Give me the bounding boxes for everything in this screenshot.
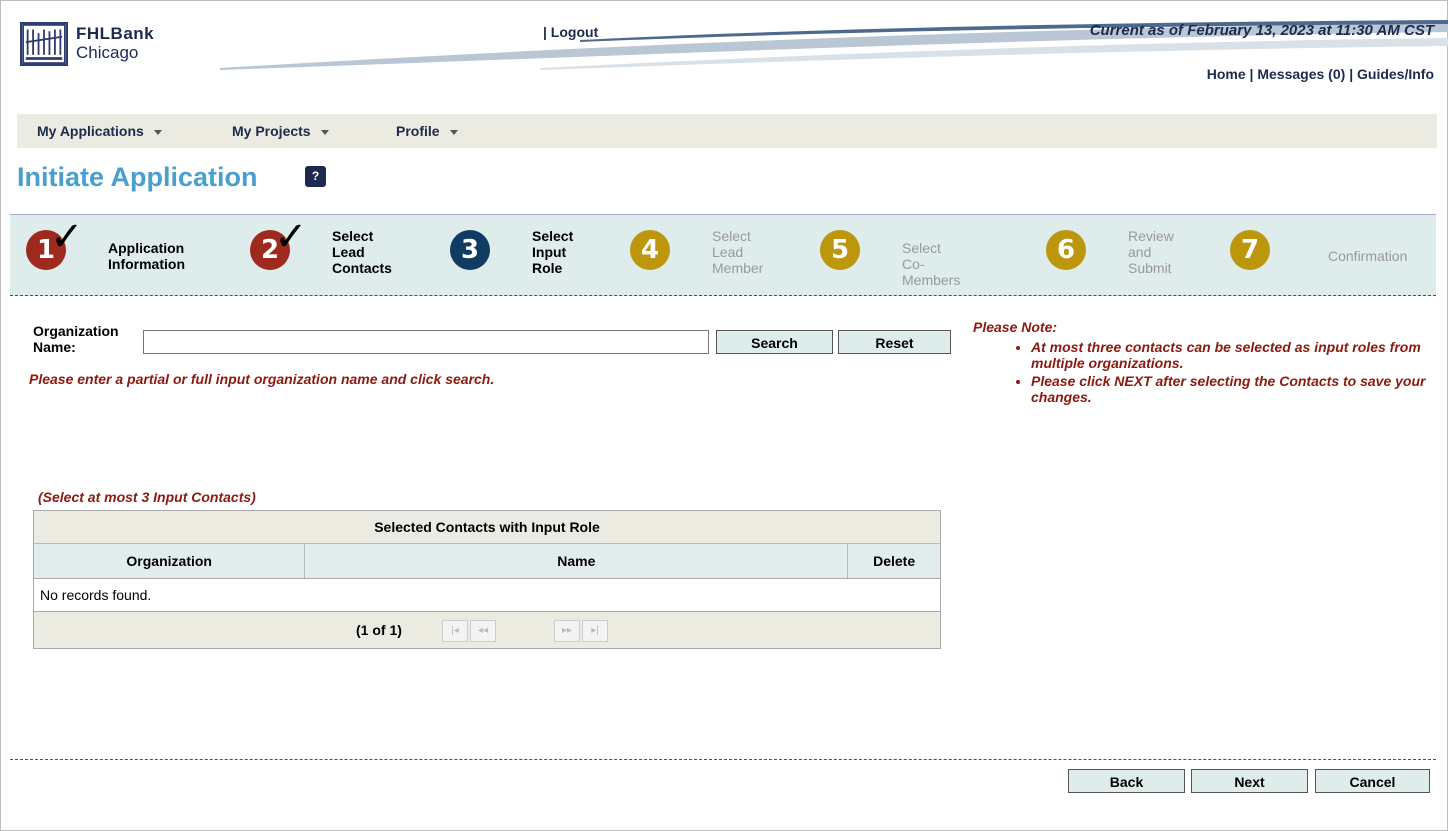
reset-button[interactable]: Reset bbox=[838, 330, 951, 354]
menu-label: My Projects bbox=[232, 123, 311, 139]
guides-link[interactable]: Guides/Info bbox=[1357, 66, 1434, 82]
step-label: Application Information bbox=[108, 240, 185, 272]
first-page-icon[interactable]: |◂ bbox=[442, 620, 468, 642]
selected-contacts-table: Selected Contacts with Input Role Organi… bbox=[33, 510, 941, 649]
step-number: 4 bbox=[630, 230, 670, 270]
next-page-icon[interactable]: ▸▸ bbox=[554, 620, 580, 642]
step-number: 6 bbox=[1046, 230, 1086, 270]
cancel-button[interactable]: Cancel bbox=[1315, 769, 1430, 793]
note-item: At most three contacts can be selected a… bbox=[1031, 339, 1448, 371]
back-button[interactable]: Back bbox=[1068, 769, 1185, 793]
menu-profile[interactable]: Profile bbox=[396, 123, 458, 139]
caret-down-icon bbox=[449, 129, 458, 135]
footer-divider bbox=[10, 759, 1436, 760]
table-pager: (1 of 1) |◂ ◂◂ ▸▸ ▸| bbox=[34, 612, 940, 648]
table-header: Organization Name Delete bbox=[34, 544, 940, 579]
page-indicator: (1 of 1) bbox=[356, 622, 402, 638]
checkmark-icon: ✓ bbox=[274, 214, 308, 260]
caret-down-icon bbox=[153, 129, 162, 135]
column-organization[interactable]: Organization bbox=[34, 544, 306, 578]
search-button[interactable]: Search bbox=[716, 330, 833, 354]
help-icon[interactable]: ? bbox=[305, 166, 326, 187]
brand-city: Chicago bbox=[76, 43, 139, 62]
step-label: Select Lead Contacts bbox=[332, 228, 392, 276]
menu-my-projects[interactable]: My Projects bbox=[232, 123, 329, 139]
menu-label: My Applications bbox=[37, 123, 144, 139]
data-timestamp: Current as of February 13, 2023 at 11:30… bbox=[1089, 22, 1434, 39]
table-caption: Selected Contacts with Input Role bbox=[34, 511, 940, 544]
wizard-steps: 1 ✓ Application Information 2 ✓ Select Lea… bbox=[10, 214, 1436, 296]
note-title: Please Note: bbox=[973, 319, 1058, 335]
step-number: 3 bbox=[450, 230, 490, 270]
step-label: Select Lead Member bbox=[712, 228, 764, 276]
fhlbank-logo[interactable]: FHLBank Chicago bbox=[20, 22, 200, 66]
step-label: Select Co-Members bbox=[902, 240, 961, 288]
note-list: At most three contacts can be selected a… bbox=[1013, 339, 1448, 407]
menu-my-applications[interactable]: My Applications bbox=[37, 123, 162, 139]
brand-name: FHLBank bbox=[76, 24, 155, 43]
page-title: Initiate Application bbox=[17, 162, 258, 192]
step-label: Confirmation bbox=[1328, 248, 1408, 264]
search-hint: Please enter a partial or full input org… bbox=[29, 371, 495, 387]
home-link[interactable]: Home bbox=[1207, 66, 1246, 82]
prev-page-icon[interactable]: ◂◂ bbox=[470, 620, 496, 642]
organization-name-label: Organization Name: bbox=[33, 323, 119, 355]
step-label: Review and Submit bbox=[1128, 228, 1174, 276]
select-contacts-hint: (Select at most 3 Input Contacts) bbox=[38, 489, 256, 505]
link-separator: | bbox=[1349, 66, 1354, 82]
table-empty-row: No records found. bbox=[34, 579, 940, 612]
link-separator: | bbox=[1249, 66, 1254, 82]
main-menubar: My Applications My Projects Profile bbox=[17, 114, 1437, 148]
next-button[interactable]: Next bbox=[1191, 769, 1308, 793]
column-delete: Delete bbox=[873, 553, 916, 569]
step-number: 7 bbox=[1230, 230, 1270, 270]
caret-down-icon bbox=[320, 129, 329, 135]
step-number: 5 bbox=[820, 230, 860, 270]
messages-link[interactable]: Messages (0) bbox=[1257, 66, 1345, 82]
fhlbank-logo-icon bbox=[20, 22, 68, 66]
checkmark-icon: ✓ bbox=[50, 214, 84, 260]
column-name[interactable]: Name bbox=[305, 544, 849, 578]
step-label: Select Input Role bbox=[532, 228, 574, 276]
menu-label: Profile bbox=[396, 123, 440, 139]
organization-name-input[interactable] bbox=[143, 330, 709, 354]
note-item: Please click NEXT after selecting the Co… bbox=[1031, 373, 1448, 405]
top-links: Home | Messages (0) | Guides/Info bbox=[1207, 66, 1434, 82]
logout-link[interactable]: | Logout bbox=[543, 24, 598, 40]
last-page-icon[interactable]: ▸| bbox=[582, 620, 608, 642]
